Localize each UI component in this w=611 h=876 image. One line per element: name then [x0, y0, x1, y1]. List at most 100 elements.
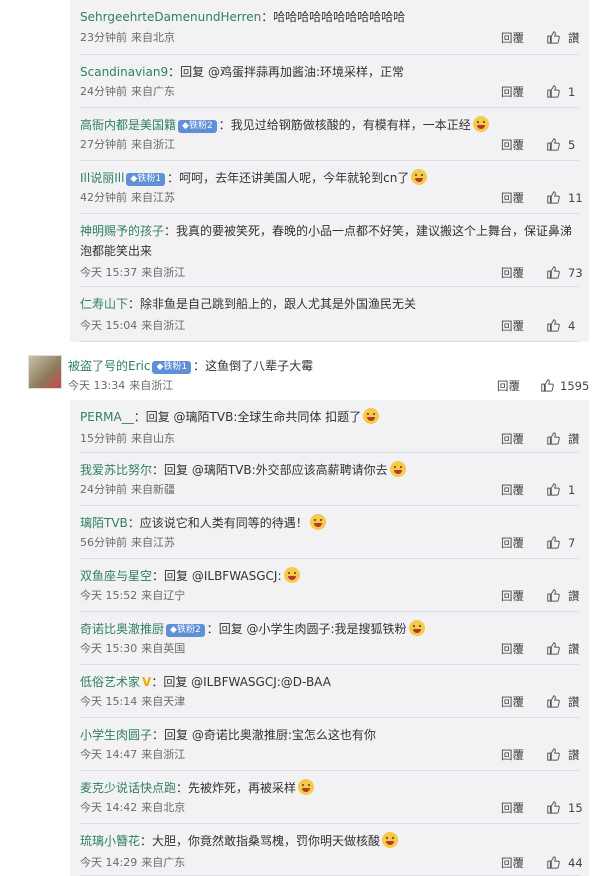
comment-location: 来自浙江 [129, 379, 174, 392]
like-count: 73 [568, 266, 583, 280]
reply-line: 高衙内都是美国籍 ◆铁粉2 ：我见过给钢筋做核酸的，有模有样，一本正经 [80, 116, 579, 134]
reply-button[interactable]: 回覆 [501, 693, 541, 711]
reply-button[interactable]: 回覆 [501, 746, 541, 764]
reply-location: 来自北京 [131, 31, 175, 44]
like-count: 1595 [560, 379, 590, 393]
reply-text-continued: 泡都能笑出来 [80, 244, 153, 258]
reply-button[interactable]: 回覆 [501, 799, 541, 817]
reply-item: 双鱼座与星空：回复 @ILBFWASGCJ: 今天 15:52 来自辽宁 回覆 讚 [70, 559, 589, 612]
like-button[interactable]: 4 [546, 317, 586, 335]
like-button[interactable]: 讚 [546, 430, 586, 448]
reply-panel-2: PERMA__：回复 @璃陌TVB:全球生命共同体 扣题了 15分钟前 来自山东 回覆… [70, 400, 589, 876]
reply-time: 今天 15:14 [80, 695, 138, 708]
like-button[interactable]: 73 [546, 264, 586, 282]
reply-button[interactable]: 回覆 [501, 136, 541, 154]
reply-username[interactable]: 小学生肉圆子 [80, 728, 152, 742]
reply-username[interactable]: Scandinavian9 [80, 65, 168, 79]
reply-button[interactable]: 回覆 [501, 534, 541, 552]
like-button[interactable]: 15 [546, 799, 586, 817]
reply-username[interactable]: 璃陌TVB [80, 516, 128, 530]
like-button[interactable]: 讚 [546, 693, 586, 711]
like-count: 讚 [568, 589, 580, 603]
reply-button[interactable]: 回覆 [501, 430, 541, 448]
like-button[interactable]: 讚 [546, 746, 586, 764]
reply-time: 24分钟前 [80, 85, 127, 98]
like-button[interactable]: 讚 [546, 640, 586, 658]
reply-text: 先被炸死，再被采样 [188, 781, 297, 795]
reply-username[interactable]: 我爱苏比努尔 [80, 463, 152, 477]
reply-location: 来自广东 [131, 85, 175, 98]
thumbs-up-icon [547, 748, 560, 761]
reply-username[interactable]: 琉璃小簪花 [80, 834, 140, 848]
reply-username[interactable]: 高衙内都是美国籍 [80, 118, 176, 132]
reply-location: 来自浙江 [131, 138, 175, 151]
reply-text: 哈哈哈哈哈哈哈哈哈哈哈 [273, 10, 406, 24]
reply-username[interactable]: 神明赐予的孩子 [80, 224, 164, 238]
like-button[interactable]: 5 [546, 136, 586, 154]
reply-meta: 23分钟前 来自北京 [80, 29, 175, 47]
like-count: 讚 [568, 31, 580, 45]
reply-item: SehrgeehrteDamenundHerren：哈哈哈哈哈哈哈哈哈哈哈 23分… [70, 0, 589, 55]
reply-time: 今天 15:37 [80, 266, 138, 279]
reply-button[interactable]: 回覆 [501, 481, 541, 499]
reply-line: 神明赐予的孩子：我真的要被笑死，春晚的小品一点都不好笑，建议搬这个上舞台，保证鼻… [80, 224, 573, 238]
reply-username[interactable]: 麦克少说话快点跑 [80, 781, 176, 795]
reply-line: SehrgeehrteDamenundHerren：哈哈哈哈哈哈哈哈哈哈哈 [80, 10, 406, 24]
reply-text: 回复 @璃陌TVB:全球生命共同体 扣题了 [145, 410, 362, 424]
reply-button[interactable]: 回覆 [501, 264, 541, 282]
reply-item: 神明赐予的孩子：我真的要被笑死，春晚的小品一点都不好笑，建议搬这个上舞台，保证鼻… [70, 214, 589, 287]
like-count: 5 [568, 138, 576, 152]
like-count: 4 [568, 319, 576, 333]
like-button[interactable]: 44 [546, 854, 586, 872]
reply-button[interactable]: 回覆 [501, 587, 541, 605]
like-button[interactable]: 1595 [540, 377, 589, 395]
like-count: 15 [568, 801, 583, 815]
reply-time: 27分钟前 [80, 138, 127, 151]
thumbs-up-icon [547, 695, 560, 708]
reply-username[interactable]: 奇诺比奥澈推厨 [80, 622, 164, 636]
reply-text: 应该说它和人类有同等的待遇！ [139, 516, 308, 530]
reply-button[interactable]: 回覆 [497, 377, 537, 395]
like-button[interactable]: 1 [546, 83, 586, 101]
reply-text: 除非鱼是自己跳到船上的，跟人尤其是外国渔民无关 [140, 297, 417, 311]
reply-time: 今天 15:30 [80, 642, 138, 655]
like-button[interactable]: 1 [546, 481, 586, 499]
like-button[interactable]: 11 [546, 189, 586, 207]
reply-button[interactable]: 回覆 [501, 83, 541, 101]
reply-meta: 42分钟前 来自江苏 [80, 189, 175, 207]
comment-username[interactable]: 被盗了号的Eric [68, 359, 150, 373]
reply-button[interactable]: 回覆 [501, 854, 541, 872]
reply-item: 奇诺比奥澈推厨 ◆铁粉2 ：回复 @小学生肉圆子:我是搜狐铁粉 今天 15:30 来自英… [70, 612, 589, 665]
like-count: 44 [568, 856, 583, 870]
reply-button[interactable]: 回覆 [501, 640, 541, 658]
reply-username[interactable]: 双鱼座与星空 [80, 569, 152, 583]
reply-time: 今天 15:04 [80, 319, 138, 332]
emoji-icon [382, 832, 399, 848]
fan-badge: ◆铁粉2 [166, 624, 205, 637]
reply-line-2: 泡都能笑出来 [80, 242, 579, 260]
thumbs-up-icon [547, 856, 560, 869]
reply-line: Scandinavian9：回复 @鸡蛋拌蒜再加酱油:环境采样，正常 [80, 65, 404, 79]
reply-text: 回复 @ILBFWASGCJ: [164, 569, 282, 583]
reply-item: 低俗艺术家 V：回复 @ILBFWASGCJ:@D-BAA 今天 15:14 来自天津… [70, 665, 589, 718]
like-button[interactable]: 7 [546, 534, 586, 552]
reply-username[interactable]: 仁寿山下 [80, 297, 128, 311]
reply-button[interactable]: 回覆 [501, 189, 541, 207]
reply-button[interactable]: 回覆 [501, 29, 541, 47]
reply-username[interactable]: Ill说丽Ill [80, 171, 124, 185]
emoji-icon [309, 514, 326, 530]
reply-location: 来自江苏 [131, 536, 175, 549]
emoji-icon [408, 620, 425, 636]
reply-time: 今天 14:29 [80, 856, 138, 869]
like-button[interactable]: 讚 [546, 587, 586, 605]
reply-line: 琉璃小簪花：大胆，你竟然敢指桑骂槐，罚你明天做核酸 [80, 832, 579, 850]
reply-button[interactable]: 回覆 [501, 317, 541, 335]
like-button[interactable]: 讚 [546, 29, 586, 47]
reply-item: 小学生肉圆子：回复 @奇诺比奥澈推厨:宝怎么这也有你 今天 14:47 来自浙江 回覆… [70, 718, 589, 771]
avatar[interactable] [28, 355, 62, 389]
emoji-icon [283, 567, 300, 583]
reply-username[interactable]: PERMA__ [80, 410, 134, 424]
reply-username[interactable]: SehrgeehrteDamenundHerren [80, 10, 261, 24]
reply-meta: 今天 15:04 来自浙江 [80, 317, 185, 335]
reply-username[interactable]: 低俗艺术家 [80, 675, 140, 689]
